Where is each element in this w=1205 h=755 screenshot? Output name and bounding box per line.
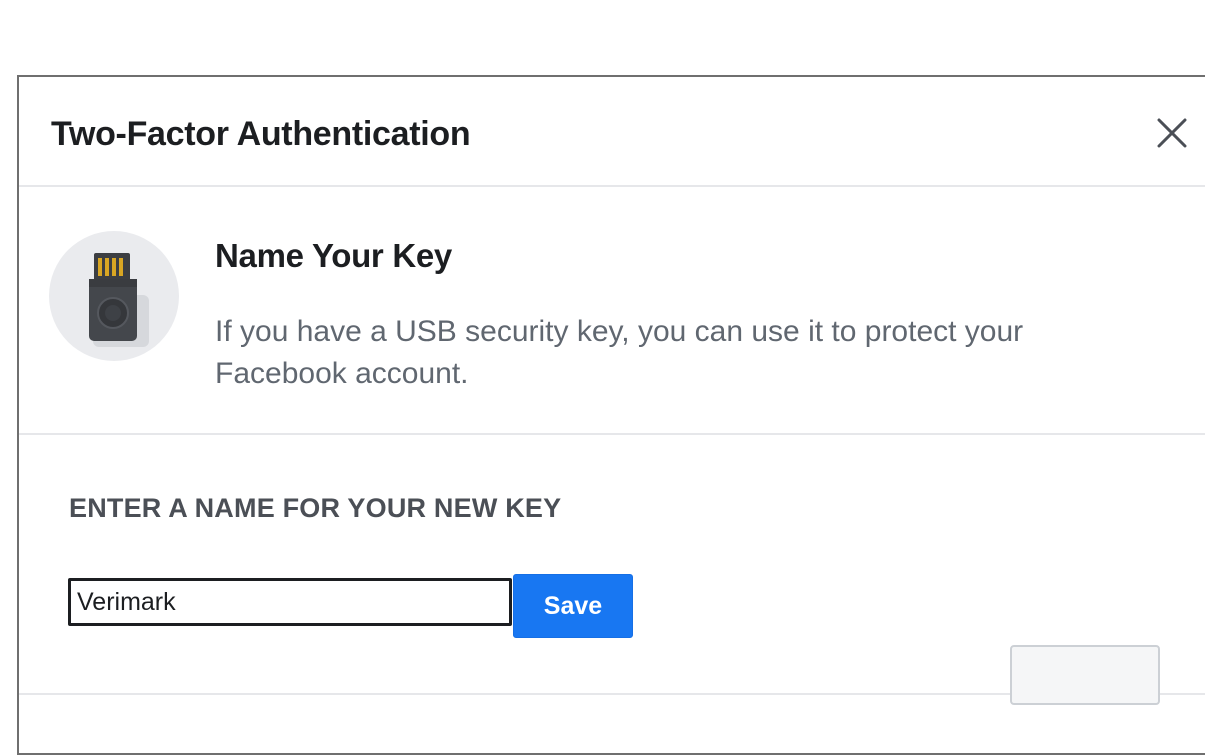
dialog-title: Two-Factor Authentication — [51, 115, 471, 153]
key-name-input[interactable] — [68, 578, 512, 626]
dialog-header: Two-Factor Authentication — [19, 77, 1205, 187]
key-name-label: ENTER A NAME FOR YOUR NEW KEY — [69, 493, 562, 523]
intro-section: Name Your Key If you have a USB security… — [19, 185, 1205, 435]
usb-security-key-icon — [49, 231, 179, 361]
intro-description: If you have a USB security key, you can … — [215, 315, 1024, 390]
close-button[interactable] — [1152, 113, 1192, 153]
footer-button[interactable] — [1010, 645, 1160, 705]
intro-title: Name Your Key — [215, 237, 452, 274]
close-icon — [1157, 118, 1187, 148]
save-button[interactable]: Save — [513, 574, 633, 638]
